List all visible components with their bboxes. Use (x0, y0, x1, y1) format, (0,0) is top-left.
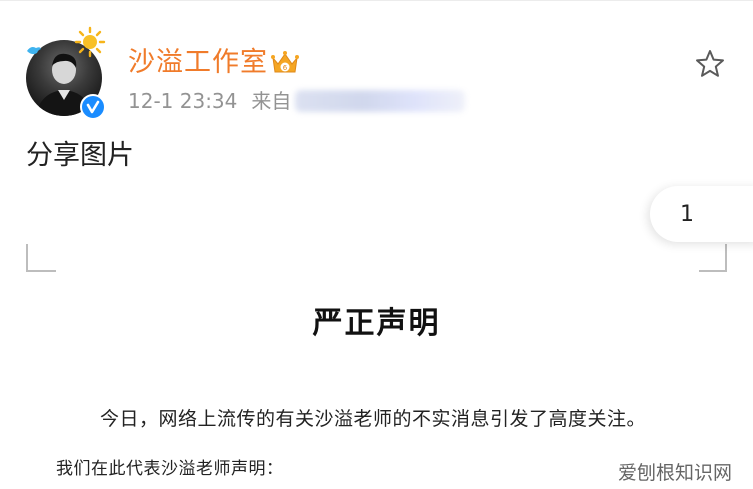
post-text: 分享图片 (26, 140, 134, 171)
post-source-prefix: 来自 (251, 89, 292, 113)
image-page-count[interactable]: 1 (650, 186, 753, 242)
document-title: 严正声明 (312, 306, 441, 341)
top-divider (0, 0, 753, 1)
image-corner-top-right (699, 244, 727, 272)
svg-text:6: 6 (283, 64, 288, 72)
document-line-2: 我们在此代表沙溢老师声明： (56, 459, 284, 479)
post-source-blurred (295, 90, 466, 112)
bird-icon (27, 47, 41, 55)
star-outline-icon[interactable] (694, 48, 726, 80)
verified-badge-icon (80, 94, 106, 120)
image-page-count-label: 1 (680, 201, 694, 227)
image-corner-top-left (26, 244, 56, 272)
post-meta: 12-1 23:34 来自 (128, 88, 466, 114)
document-line-1: 今日，网络上流传的有关沙溢老师的不实消息引发了高度关注。 (100, 408, 647, 430)
watermark: 爱刨根知识网 (618, 462, 733, 484)
post-timestamp: 12-1 23:34 (128, 89, 238, 113)
author-name[interactable]: 沙溢工作室 (128, 46, 268, 80)
sun-icon (74, 26, 106, 58)
vip-crown-icon[interactable]: 6 (270, 50, 300, 76)
